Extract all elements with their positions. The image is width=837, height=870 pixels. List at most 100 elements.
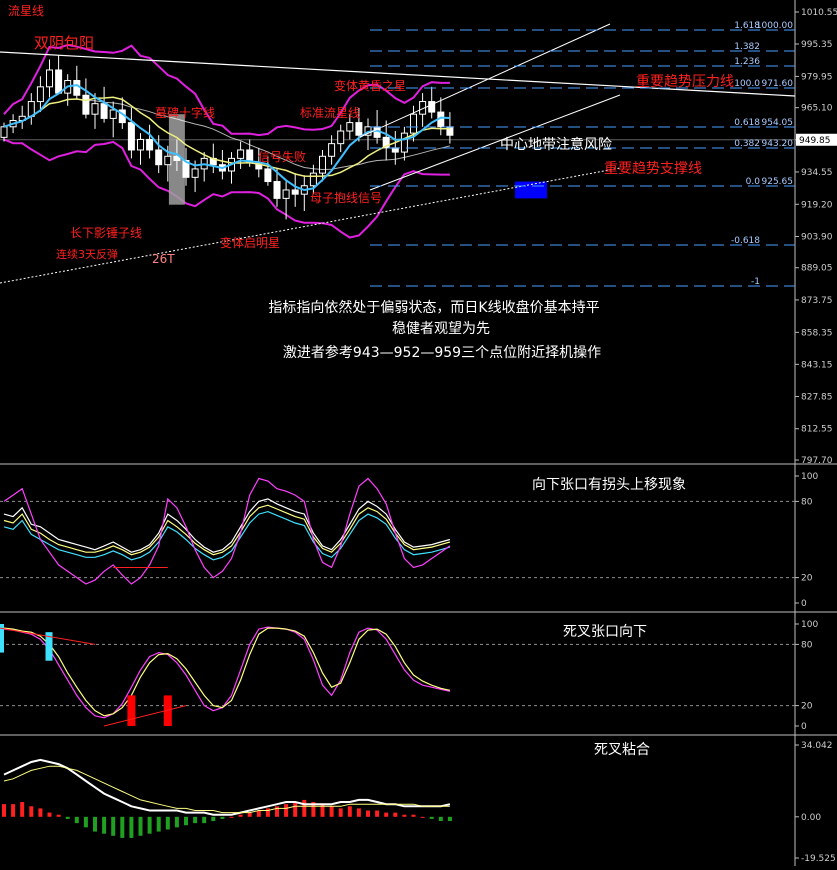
macd-bar-positive [29, 806, 34, 817]
macd-bar-positive [366, 810, 370, 817]
annotation-signal-failed: 信号失败 [258, 149, 306, 164]
annotation-standard-meteor: 标准流星线 [300, 106, 360, 120]
candle-body-up [337, 130, 345, 145]
macd-bar-negative [65, 816, 70, 819]
macd-panel: 34.042 0.00 -19.525 [2, 741, 836, 864]
macd-bar-positive [275, 806, 279, 817]
y-tick-label: 20 [801, 702, 813, 712]
macd-bar-negative [438, 816, 443, 822]
bollinger-lower [3, 138, 450, 239]
macd-title: 死叉粘合 [594, 742, 650, 758]
macd-bar-positive [256, 810, 261, 817]
fib-price-label: 954.05 [762, 118, 794, 128]
annotation-harami: 母子抱线信号 [310, 190, 382, 205]
candle-body-down [264, 168, 272, 183]
macd-bar-positive [338, 808, 343, 817]
macd-bar-positive [2, 804, 6, 817]
indicator-series-line [3, 504, 451, 556]
candle [218, 149, 226, 180]
macd-bar-negative [156, 816, 161, 832]
annotation-meteor: 流星线 [8, 4, 44, 18]
candle [137, 133, 144, 165]
y-tick-label: 965.10 [801, 104, 833, 114]
y-tick-label: 919.20 [801, 200, 833, 210]
macd-bar-positive [229, 816, 234, 818]
macd-bar-positive [384, 812, 389, 817]
y-tick-label: 80 [801, 640, 813, 650]
macd-bar-negative [102, 816, 107, 834]
candle [64, 74, 72, 106]
annotation-morning-star: 变体启明星 [220, 235, 280, 250]
candle-body-down [100, 103, 108, 119]
candle-body-up [309, 172, 317, 187]
candle-body-down [55, 69, 63, 94]
candle [300, 175, 308, 212]
macd-bar-positive [402, 814, 407, 817]
annotation-center-risk: 中心地带注意风险 [500, 136, 612, 153]
indicator-series-line [3, 498, 451, 553]
fib-price-label: 1000.00 [756, 21, 793, 31]
candle-body-up [282, 189, 290, 199]
fib-ratio-label: 0.0 [746, 177, 761, 187]
macd-bar-positive [284, 804, 289, 817]
macd-bar-positive [293, 802, 298, 817]
comment-line-3: 激进者参考943—952—959三个点位附近择机操作 [283, 344, 601, 361]
macd-bar-positive [420, 816, 425, 818]
candle-body-up [137, 138, 144, 151]
candle [73, 65, 81, 100]
candle [18, 105, 26, 129]
fib-price-label: 971.60 [762, 79, 794, 89]
macd-bar-positive [347, 806, 352, 817]
candle [291, 173, 299, 207]
candle-body-down [127, 122, 135, 151]
y-tick-label: 100 [801, 472, 818, 482]
y-tick-label: 1010.55 [801, 8, 837, 18]
fib-ratio-label: 0.618 [734, 118, 760, 128]
indicator2-red-trend [103, 705, 187, 727]
y-tick-label: 797.70 [801, 456, 833, 466]
macd-bar-positive [356, 808, 361, 817]
candle-body-down [355, 122, 363, 136]
candle-body-up [91, 103, 99, 115]
y-tick-label: 979.95 [801, 72, 833, 82]
y-tick-label: 812.55 [801, 425, 833, 435]
ma10-line [3, 96, 450, 178]
macd-bar-positive [238, 814, 243, 817]
candle-body-up [237, 149, 245, 159]
macd-bar-positive [329, 806, 334, 817]
fib-ratio-label: -0.618 [731, 236, 760, 246]
annotation-hammer: 长下影锤子线 [70, 225, 142, 240]
candle-body-up [164, 155, 172, 166]
macd-bar-positive [375, 810, 380, 817]
macd-bar-negative [111, 816, 116, 836]
y-tick-label: 889.05 [801, 264, 833, 274]
annotation-3-day-rebound: 连续3天反弹 [56, 247, 118, 261]
annotation-resistance-line: 重要趋势压力线 [636, 74, 734, 90]
y-tick-label: 34.042 [801, 741, 833, 751]
candle [55, 55, 63, 94]
annotation-support-line: 重要趋势支撑线 [604, 161, 702, 177]
candle [146, 124, 154, 159]
ma20-line [3, 98, 451, 171]
macd-dif-line [3, 758, 451, 816]
candle-body-down [73, 80, 81, 96]
fib-ratio-label: -1 [751, 277, 760, 287]
candle-body-down [291, 189, 299, 195]
candle-body-up [46, 69, 53, 88]
fib-price-label: 943.20 [762, 139, 794, 149]
macd-bar-positive [411, 814, 416, 817]
candle-body-down [146, 138, 154, 151]
indicator2-title: 死叉张口向下 [563, 624, 647, 640]
indicator1-title: 向下张口有拐头上移现象 [532, 477, 686, 493]
y-tick-label: 934.55 [801, 168, 833, 178]
macd-bar-negative [129, 816, 134, 838]
candle-body-down [155, 149, 163, 166]
signal-bar-red [127, 695, 136, 726]
macd-bar-negative [429, 816, 434, 819]
indicator-panel-1: 100 80 20 0 [0, 472, 818, 609]
y-tick-label: 858.35 [801, 328, 833, 338]
candle [437, 97, 445, 136]
macd-bar-negative [83, 816, 88, 828]
y-tick-label: 995.35 [801, 40, 833, 50]
y-tick-label: 20 [801, 574, 813, 584]
